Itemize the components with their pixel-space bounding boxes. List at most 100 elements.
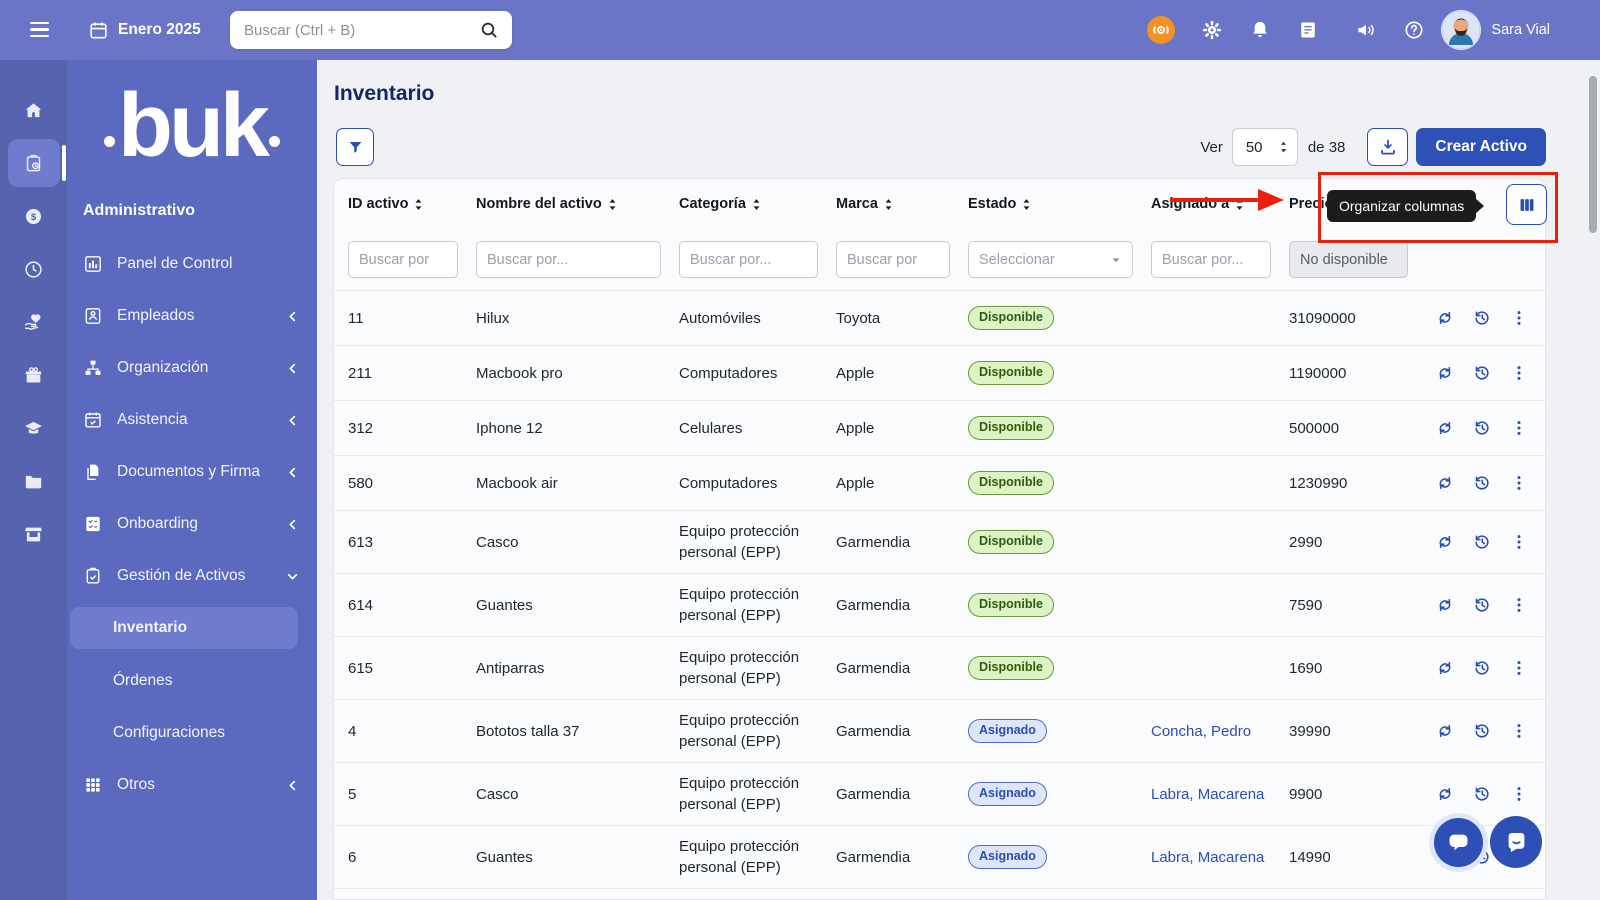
rail-item-clipboard-clock[interactable] <box>8 139 60 187</box>
column-header-id-activo[interactable]: ID activo <box>348 196 476 212</box>
refresh-icon[interactable] <box>1435 721 1455 741</box>
more-icon[interactable] <box>1509 308 1529 328</box>
assigned-link[interactable]: Labra, Macarena <box>1151 847 1264 868</box>
search-icon[interactable] <box>479 20 499 40</box>
sidebar-item-documentos-y-firma[interactable]: Documentos y Firma <box>67 446 317 498</box>
scrollbar[interactable] <box>1589 76 1597 233</box>
column-label: ID activo <box>348 196 408 212</box>
sidebar-item-empleados[interactable]: Empleados <box>67 290 317 342</box>
refresh-icon[interactable] <box>1435 784 1455 804</box>
announcements-icon[interactable] <box>1355 19 1377 41</box>
chevron-left-icon <box>284 360 301 377</box>
sort-icon[interactable] <box>883 198 894 211</box>
rail-item-clock[interactable] <box>8 245 60 293</box>
filter-input-marca[interactable] <box>836 241 950 278</box>
avatar[interactable] <box>1441 10 1481 50</box>
more-icon[interactable] <box>1509 532 1529 552</box>
status-badge: Disponible <box>968 361 1054 386</box>
refresh-icon[interactable] <box>1435 532 1455 552</box>
filter-input-asignado-a[interactable] <box>1151 241 1271 278</box>
more-icon[interactable] <box>1509 658 1529 678</box>
rail-item-money[interactable]: $ <box>8 192 60 240</box>
column-header-nombre-del-activo[interactable]: Nombre del activo <box>476 196 679 212</box>
filter-button[interactable] <box>336 128 374 166</box>
sort-icon[interactable] <box>1234 198 1245 211</box>
download-button[interactable] <box>1367 128 1408 166</box>
sidebar-item-panel-de-control[interactable]: Panel de Control <box>67 238 317 290</box>
history-icon[interactable] <box>1472 595 1492 615</box>
news-icon[interactable] <box>1297 19 1319 41</box>
global-search[interactable] <box>230 11 512 49</box>
help-widget-button[interactable] <box>1490 816 1542 868</box>
sidebar-item-otros[interactable]: Otros <box>67 759 317 811</box>
cell-actions <box>1426 308 1545 328</box>
sort-icon[interactable] <box>751 198 762 211</box>
more-icon[interactable] <box>1509 595 1529 615</box>
column-header-marca[interactable]: Marca <box>836 196 968 212</box>
cell-price: 1190000 <box>1289 363 1426 384</box>
sidebar-item-asistencia[interactable]: Asistencia <box>67 394 317 446</box>
sidebar-item-inventario[interactable]: Inventario <box>70 607 298 649</box>
history-icon[interactable] <box>1472 532 1492 552</box>
refresh-icon[interactable] <box>1435 658 1455 678</box>
chat-button[interactable] <box>1434 818 1483 867</box>
filter-cell <box>476 241 679 278</box>
assigned-link[interactable]: Concha, Pedro <box>1151 721 1251 742</box>
sidebar-item-gestion-de-activos[interactable]: Gestión de Activos <box>67 550 317 602</box>
column-header-estado[interactable]: Estado <box>968 196 1151 212</box>
rail-item-hand-heart[interactable] <box>8 298 60 346</box>
refresh-icon[interactable] <box>1435 308 1455 328</box>
period-selector[interactable]: Enero 2025 <box>88 0 201 60</box>
history-icon[interactable] <box>1472 418 1492 438</box>
sidebar-item-configuraciones[interactable]: Configuraciones <box>67 707 317 759</box>
more-icon[interactable] <box>1509 784 1529 804</box>
assist-icon[interactable] <box>1147 16 1175 44</box>
status-badge: Asignado <box>968 845 1047 870</box>
home-icon <box>23 100 44 121</box>
filter-input-categoria[interactable] <box>679 241 818 278</box>
help-icon[interactable] <box>1403 19 1425 41</box>
history-icon[interactable] <box>1472 363 1492 383</box>
filter-input-nombre-del-activo[interactable] <box>476 241 661 278</box>
sidebar-item-onboarding[interactable]: Onboarding <box>67 498 317 550</box>
sidebar-item-organizacion[interactable]: Organización <box>67 342 317 394</box>
settings-icon[interactable] <box>1201 19 1223 41</box>
more-icon[interactable] <box>1509 721 1529 741</box>
history-icon[interactable] <box>1472 658 1492 678</box>
sort-icon[interactable] <box>1021 198 1032 211</box>
more-icon[interactable] <box>1509 418 1529 438</box>
rail-item-graduation-cap[interactable] <box>8 404 60 452</box>
rail-item-folder[interactable] <box>8 457 60 505</box>
sidebar-item-ordenes[interactable]: Órdenes <box>67 655 317 707</box>
notifications-icon[interactable] <box>1249 19 1271 41</box>
column-header-categoria[interactable]: Categoría <box>679 196 836 212</box>
refresh-icon[interactable] <box>1435 363 1455 383</box>
rail-item-gift[interactable] <box>8 351 60 399</box>
sort-icon[interactable] <box>607 198 618 211</box>
organize-columns-button[interactable] <box>1506 184 1547 225</box>
search-input[interactable] <box>230 21 479 40</box>
create-asset-button[interactable]: Crear Activo <box>1416 128 1546 166</box>
refresh-icon[interactable] <box>1435 595 1455 615</box>
history-icon[interactable] <box>1472 784 1492 804</box>
rail-item-storefront[interactable] <box>8 510 60 558</box>
sort-icon[interactable] <box>413 198 424 211</box>
refresh-icon[interactable] <box>1435 418 1455 438</box>
assigned-link[interactable]: Labra, Macarena <box>1151 784 1264 805</box>
page-size-select[interactable]: 50 <box>1232 128 1298 166</box>
history-icon[interactable] <box>1472 308 1492 328</box>
more-icon[interactable] <box>1509 363 1529 383</box>
history-icon[interactable] <box>1472 721 1492 741</box>
rail-item-home[interactable] <box>8 86 60 134</box>
filter-select-estado[interactable]: Seleccionar <box>968 241 1133 278</box>
logo-dot <box>104 136 115 147</box>
history-icon[interactable] <box>1472 473 1492 493</box>
cell-brand: Garmendia <box>836 721 968 742</box>
cell-name: Antiparras <box>476 658 679 679</box>
column-header-asignado-a[interactable]: Asignado a <box>1151 196 1289 212</box>
more-icon[interactable] <box>1509 473 1529 493</box>
filter-input-id-activo[interactable] <box>348 241 458 278</box>
menu-icon[interactable] <box>30 22 49 37</box>
refresh-icon[interactable] <box>1435 473 1455 493</box>
user-name[interactable]: Sara Vial <box>1491 22 1550 38</box>
